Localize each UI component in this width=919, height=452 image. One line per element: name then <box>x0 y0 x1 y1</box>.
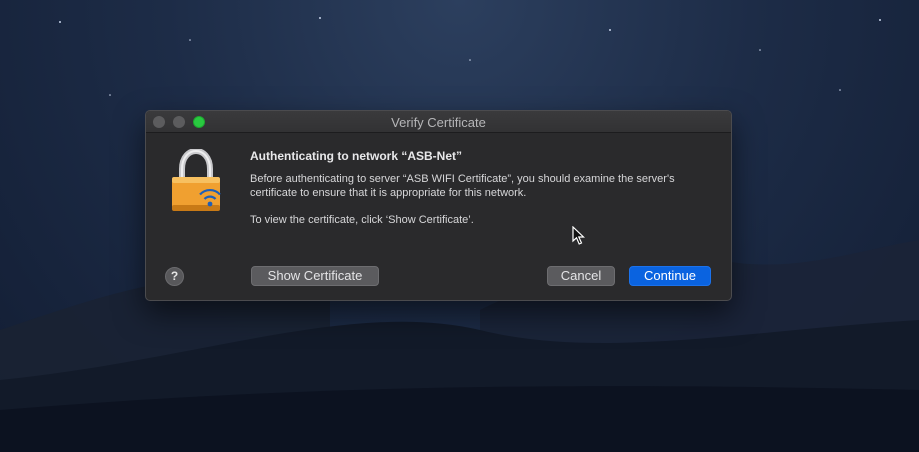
show-certificate-button[interactable]: Show Certificate <box>251 266 379 286</box>
window-title: Verify Certificate <box>391 115 486 130</box>
mouse-cursor-icon <box>572 226 585 245</box>
wifi-padlock-icon <box>172 149 221 211</box>
dialog-heading: Authenticating to network “ASB-Net” <box>250 149 462 163</box>
dialog-message: Before authenticating to server “ASB WIF… <box>250 173 675 199</box>
verify-certificate-dialog: Verify Certificate Authenticating to net… <box>145 110 732 301</box>
cancel-button[interactable]: Cancel <box>547 266 615 286</box>
help-button[interactable]: ? <box>165 267 184 286</box>
continue-button[interactable]: Continue <box>629 266 711 286</box>
dialog-hint: To view the certificate, click ‘Show Cer… <box>250 214 474 226</box>
title-bar: Verify Certificate <box>146 111 731 133</box>
